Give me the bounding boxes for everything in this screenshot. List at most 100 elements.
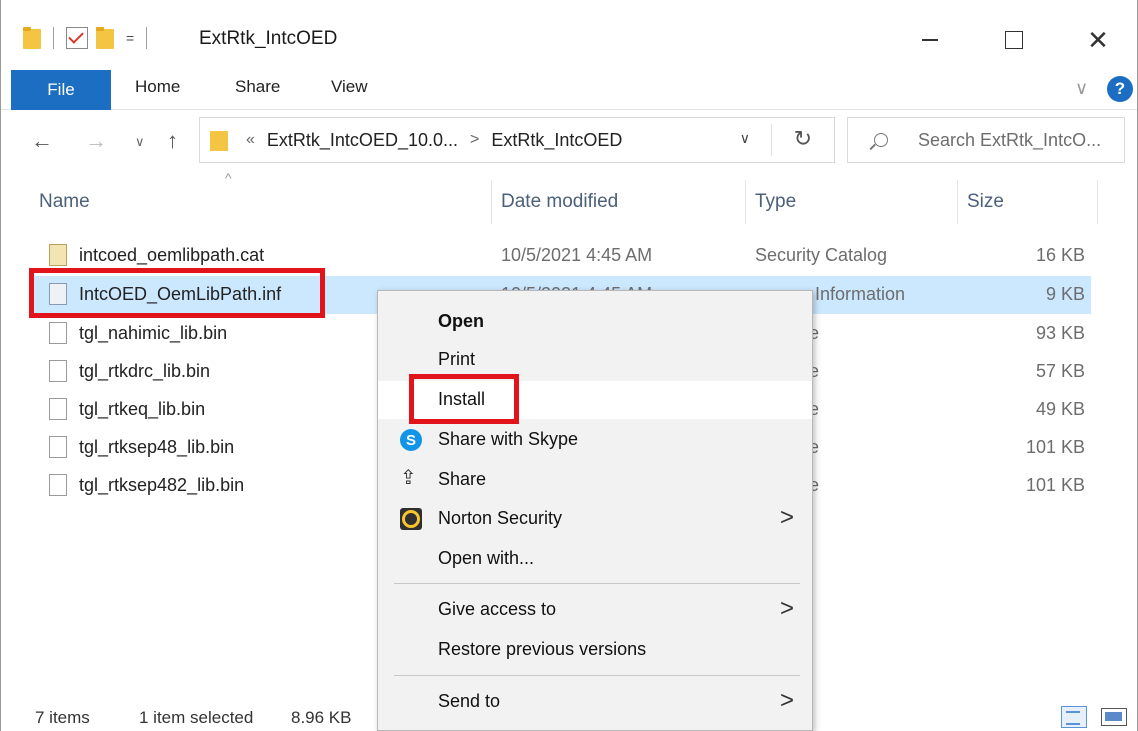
file-type: Security Catalog: [755, 245, 888, 265]
breadcrumb-overflow-icon[interactable]: «: [246, 131, 255, 149]
menu-item-open[interactable]: Open: [378, 303, 812, 341]
catalog-file-icon: [49, 244, 67, 266]
column-divider[interactable]: [1097, 180, 1098, 224]
menu-item-norton-security[interactable]: Norton Security >: [378, 500, 812, 538]
norton-icon: [400, 508, 422, 530]
menu-item-send-to[interactable]: Send to >: [378, 683, 812, 721]
menu-item-label: Share: [438, 469, 487, 489]
address-bar[interactable]: « ExtRtk_IntcOED_10.0... > ExtRtk_IntcOE…: [199, 117, 835, 163]
item-count: 7 items: [35, 708, 90, 727]
selection-size: 8.96 KB: [291, 708, 352, 727]
sort-ascending-icon: ^: [225, 170, 232, 186]
minimize-button[interactable]: [907, 22, 953, 58]
selection-count: 1 item selected: [139, 708, 254, 727]
file-size: 93 KB: [1035, 323, 1085, 343]
file-size: 101 KB: [1025, 437, 1085, 457]
generic-file-icon: [49, 474, 67, 496]
up-arrow-icon[interactable]: ↑: [167, 128, 178, 154]
expand-ribbon-chevron-icon[interactable]: ∨: [1075, 78, 1088, 99]
file-size: 57 KB: [1035, 361, 1085, 381]
file-date: 10/5/2021 4:45 AM: [501, 245, 653, 265]
menu-item-restore-previous-versions[interactable]: Restore previous versions: [378, 631, 812, 669]
address-dropdown-chevron-icon[interactable]: ∨: [740, 130, 750, 147]
tab-file[interactable]: File: [11, 70, 111, 110]
breadcrumb-parent[interactable]: ExtRtk_IntcOED_10.0...: [267, 130, 458, 151]
install-highlight: [409, 374, 519, 424]
menu-item-label: Restore previous versions: [438, 639, 647, 659]
context-menu: Open Print Install S Share with Skype ⇪ …: [377, 290, 813, 731]
menu-item-label: Share with Skype: [438, 429, 579, 449]
search-input[interactable]: Search ExtRtk_IntcO...: [847, 117, 1125, 163]
column-header-name[interactable]: Name: [39, 176, 90, 228]
menu-separator: [394, 583, 800, 584]
address-divider: [771, 124, 772, 156]
file-name: intcoed_oemlibpath.cat: [79, 245, 265, 265]
breadcrumb-separator-icon[interactable]: >: [470, 131, 479, 149]
column-header-date[interactable]: Date modified: [501, 176, 618, 228]
search-placeholder: Search ExtRtk_IntcO...: [918, 129, 1102, 150]
column-divider[interactable]: [491, 180, 492, 224]
submenu-arrow-icon: >: [779, 504, 794, 531]
window-title: ExtRtk_IntcOED: [199, 28, 338, 49]
menu-item-label: Open: [438, 311, 485, 331]
toolbar-divider: [53, 27, 54, 49]
menu-item-label: Print: [438, 349, 476, 369]
title-bar: = ExtRtk_IntcOED ✕: [1, 0, 1137, 64]
new-folder-icon[interactable]: [96, 27, 114, 49]
column-divider[interactable]: [745, 180, 746, 224]
large-icons-view-icon[interactable]: [1101, 708, 1127, 726]
submenu-arrow-icon: >: [779, 687, 794, 714]
quick-access-toolbar: =: [23, 24, 151, 52]
folder-icon: [210, 129, 228, 151]
share-icon: ⇪: [400, 467, 417, 489]
file-name: tgl_rtksep482_lib.bin: [79, 475, 245, 495]
menu-item-label: Open with...: [438, 548, 535, 568]
tab-share[interactable]: Share: [235, 64, 280, 110]
ribbon-tabs: File Home Share View: [1, 64, 1137, 110]
file-size: 16 KB: [1035, 245, 1085, 265]
tab-home[interactable]: Home: [135, 64, 180, 110]
file-type-fragment: Information: [815, 284, 906, 304]
menu-item-label: Send to: [438, 691, 501, 711]
recent-locations-chevron-icon[interactable]: ∨: [135, 134, 145, 150]
tab-view[interactable]: View: [331, 64, 368, 110]
toolbar-divider: [146, 27, 148, 49]
breadcrumb-current[interactable]: ExtRtk_IntcOED: [491, 130, 622, 151]
details-view-icon[interactable]: [1061, 706, 1087, 728]
column-header-size[interactable]: Size: [967, 176, 1004, 228]
search-icon: [874, 133, 888, 147]
file-size: 101 KB: [1025, 475, 1085, 495]
generic-file-icon: [49, 436, 67, 458]
file-size: 49 KB: [1035, 399, 1085, 419]
breadcrumb: « ExtRtk_IntcOED_10.0... > ExtRtk_IntcOE…: [246, 130, 622, 151]
forward-arrow-icon[interactable]: →: [85, 128, 107, 154]
submenu-arrow-icon: >: [779, 595, 794, 622]
refresh-icon[interactable]: ↻: [794, 126, 812, 152]
properties-checkmark-icon[interactable]: [66, 27, 88, 49]
file-name: tgl_nahimic_lib.bin: [79, 323, 228, 343]
help-icon[interactable]: ?: [1107, 76, 1133, 102]
file-name: tgl_rtksep48_lib.bin: [79, 437, 235, 457]
close-button[interactable]: ✕: [1075, 22, 1121, 58]
file-name: tgl_rtkeq_lib.bin: [79, 399, 206, 419]
menu-item-open-with[interactable]: Open with...: [378, 540, 812, 578]
menu-item-label: Give access to: [438, 599, 557, 619]
menu-item-share[interactable]: ⇪ Share: [378, 461, 812, 499]
generic-file-icon: [49, 322, 67, 344]
skype-icon: S: [400, 429, 422, 451]
generic-file-icon: [49, 398, 67, 420]
column-divider[interactable]: [957, 180, 958, 224]
maximize-button[interactable]: [991, 22, 1037, 58]
menu-item-share-with-skype[interactable]: S Share with Skype: [378, 421, 812, 459]
folder-icon: [23, 27, 41, 49]
column-header-type[interactable]: Type: [755, 176, 796, 228]
menu-separator: [394, 675, 800, 676]
selected-file-highlight: [29, 268, 325, 318]
file-name: tgl_rtkdrc_lib.bin: [79, 361, 211, 381]
back-arrow-icon[interactable]: ←: [31, 128, 53, 154]
file-size: 9 KB: [1045, 284, 1085, 304]
menu-item-give-access[interactable]: Give access to >: [378, 591, 812, 629]
generic-file-icon: [49, 360, 67, 382]
customize-toolbar-dropdown[interactable]: =: [126, 30, 134, 46]
explorer-window: = ExtRtk_IntcOED ✕ File Home Share View …: [0, 0, 1138, 731]
